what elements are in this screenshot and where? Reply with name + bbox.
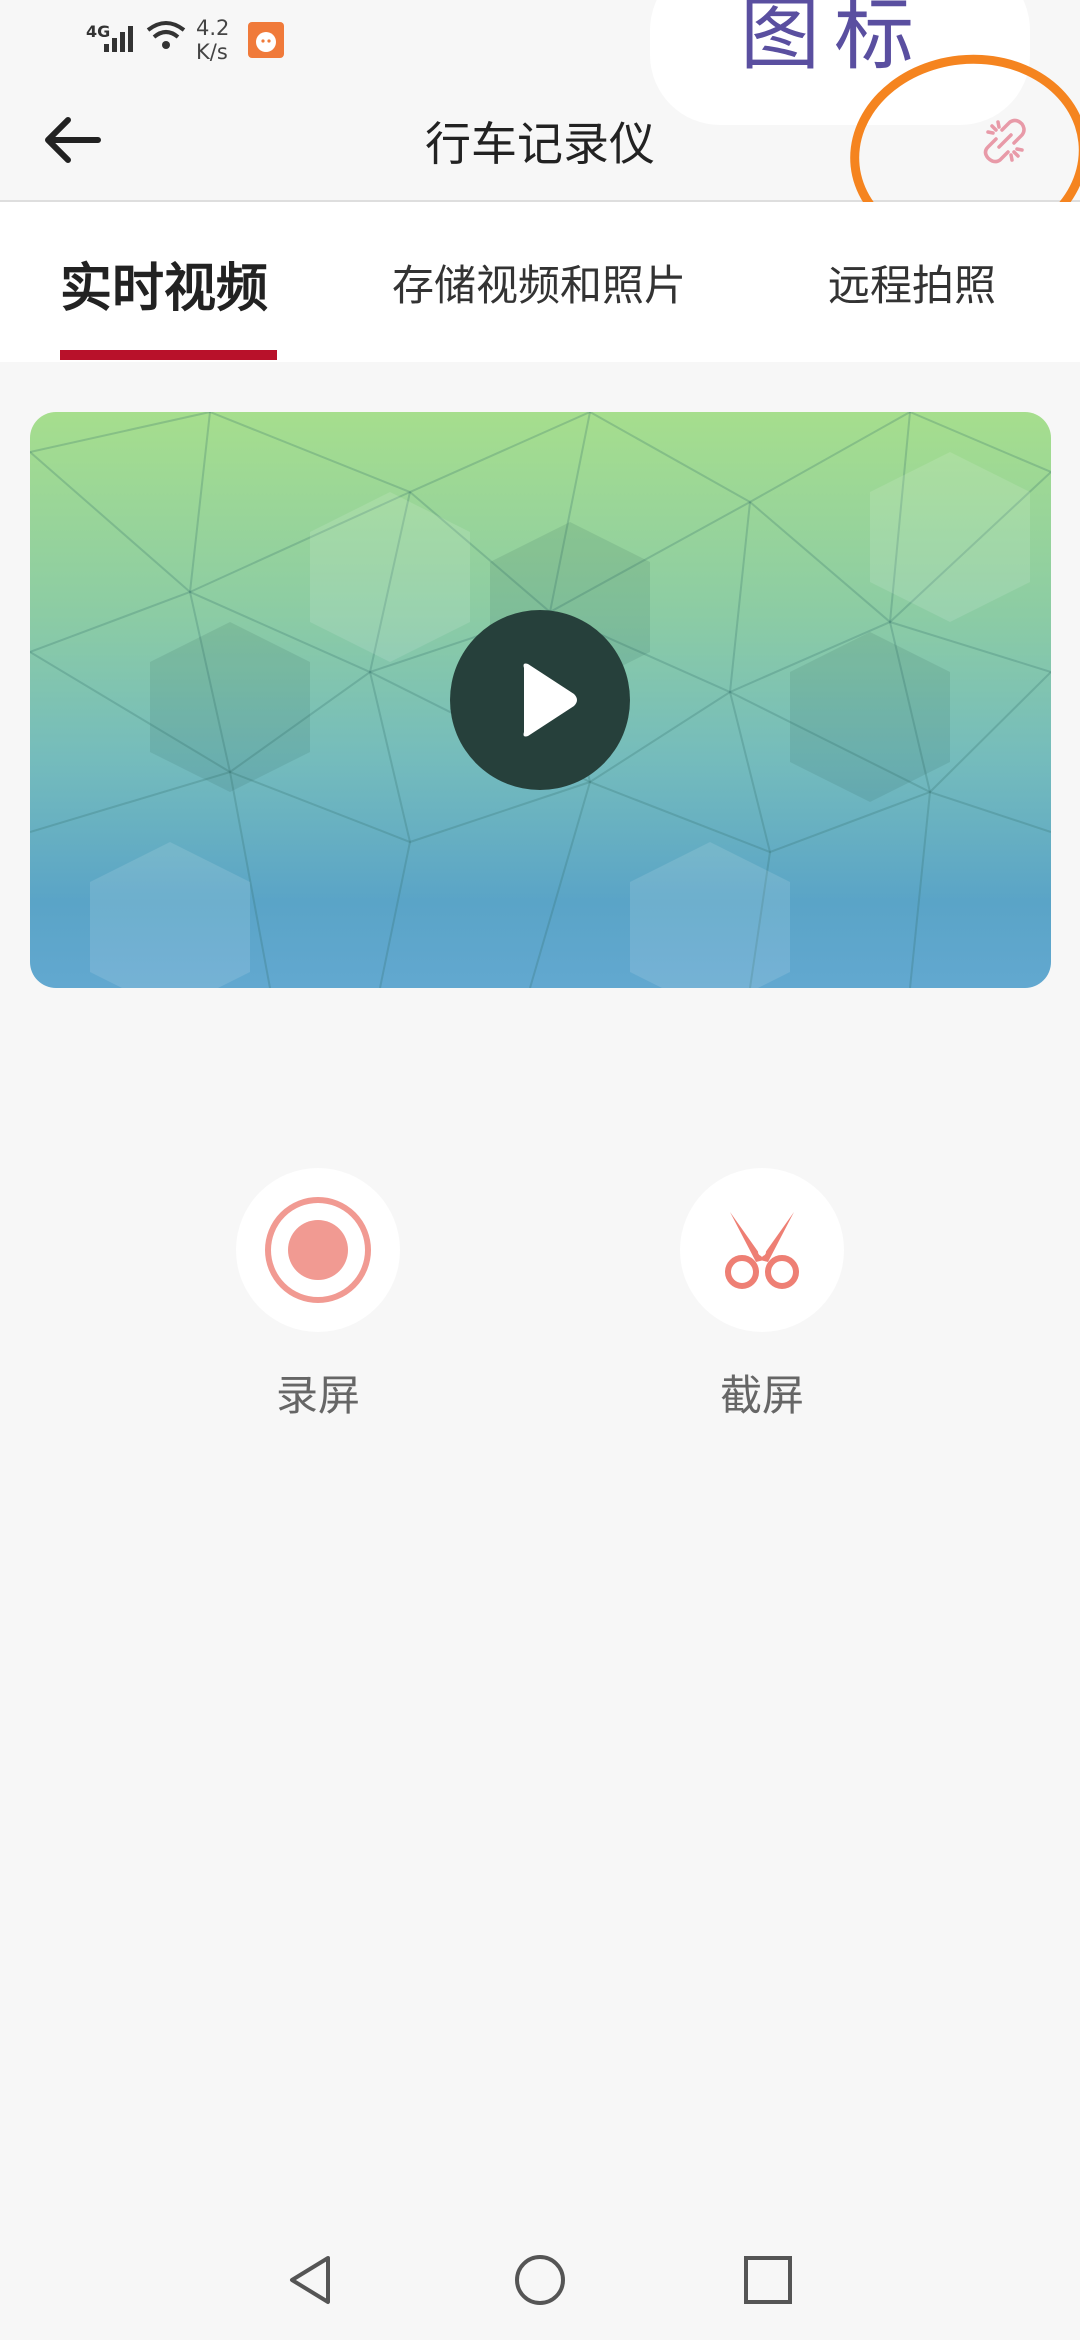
app-notification-icon (248, 22, 284, 58)
nav-recents-icon[interactable] (742, 2254, 794, 2306)
annotation-text: 图标 (740, 0, 928, 81)
nav-back-icon[interactable] (284, 2252, 336, 2308)
network-speed: 4.2 K/s (196, 16, 230, 64)
screenshot-button[interactable] (680, 1168, 844, 1332)
active-tab-indicator (60, 350, 277, 360)
tab-live-video[interactable]: 实时视频 (60, 246, 268, 321)
tab-bar: 实时视频 存储视频和照片 远程拍照 (0, 202, 1080, 362)
system-nav-bar (0, 2220, 1080, 2340)
scissors-icon (725, 1212, 799, 1289)
play-icon (523, 663, 577, 737)
play-button[interactable] (450, 610, 630, 790)
record-button[interactable] (236, 1168, 400, 1332)
tab-stored-media[interactable]: 存储视频和照片 (392, 252, 686, 313)
screenshot-label: 截屏 (719, 1371, 804, 1420)
record-label: 录屏 (275, 1371, 360, 1420)
wifi-icon (146, 21, 186, 49)
signal-icon (104, 26, 133, 52)
video-preview[interactable] (30, 412, 1051, 988)
record-icon (265, 1197, 371, 1303)
nav-home-icon[interactable] (512, 2252, 568, 2308)
tab-remote-photo[interactable]: 远程拍照 (828, 252, 996, 313)
